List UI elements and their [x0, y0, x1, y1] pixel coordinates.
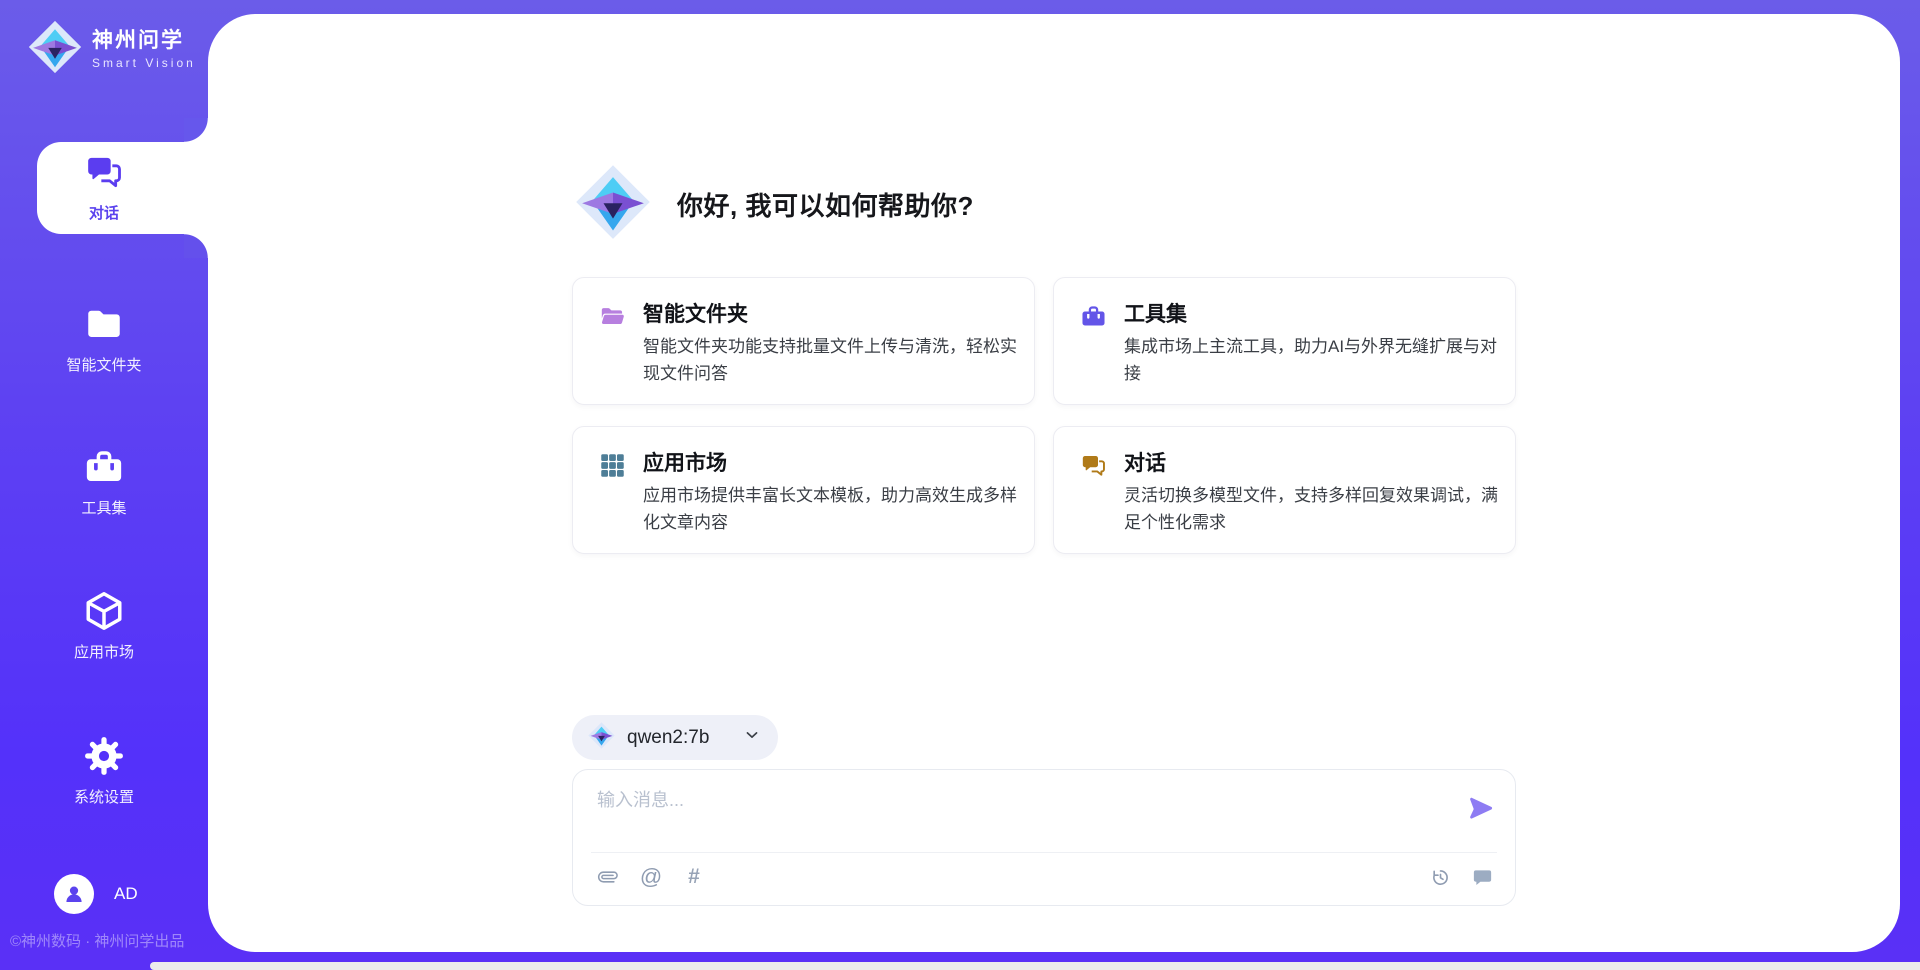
brand-subtitle: Smart Vision [92, 56, 196, 70]
sidebar-item-settings[interactable]: 系统设置 [0, 734, 208, 807]
message-composer: @ # [572, 769, 1516, 906]
attachment-icon[interactable] [595, 864, 621, 890]
card-app-market[interactable]: 应用市场 应用市场提供丰富长文本模板，助力高效生成多样化文章内容 [572, 426, 1035, 554]
card-description: 集成市场上主流工具，助力AI与外界无缝扩展与对接 [1124, 333, 1502, 387]
quick-phrase-icon[interactable] [1469, 864, 1495, 890]
card-title: 应用市场 [643, 447, 727, 477]
sidebar-item-label: 系统设置 [74, 786, 134, 807]
toolbox-icon [1080, 303, 1107, 330]
brand-logo-icon [28, 20, 82, 79]
sidebar-item-label: 智能文件夹 [66, 354, 141, 375]
card-description: 应用市场提供丰富长文本模板，助力高效生成多样化文章内容 [643, 482, 1021, 536]
chevron-down-icon [742, 725, 762, 750]
brand-text: 神州问学 Smart Vision [92, 29, 196, 70]
sidebar-item-smart-folder[interactable]: 智能文件夹 [0, 302, 208, 375]
sidebar-item-toolset[interactable]: 工具集 [0, 445, 208, 518]
composer-right-tools [1427, 864, 1495, 890]
card-chat[interactable]: 对话 灵活切换多模型文件，支持多样回复效果调试，满足个性化需求 [1053, 426, 1516, 554]
greeting: 你好, 我可以如何帮助你? [575, 165, 974, 243]
card-description: 灵活切换多模型文件，支持多样回复效果调试，满足个性化需求 [1124, 482, 1502, 536]
card-smart-folder[interactable]: 智能文件夹 智能文件夹功能支持批量文件上传与清洗，轻松实现文件问答 [572, 277, 1035, 405]
brand: 神州问学 Smart Vision [28, 20, 196, 79]
active-nav-curve-bottom [184, 234, 208, 258]
user-avatar [54, 874, 94, 914]
folder-open-icon [599, 303, 626, 330]
copyright-footer: ©神州数码 · 神州问学出品 [10, 930, 184, 951]
user-initials: AD [114, 884, 138, 904]
card-toolset[interactable]: 工具集 集成市场上主流工具，助力AI与外界无缝扩展与对接 [1053, 277, 1516, 405]
greeting-logo-icon [575, 164, 651, 245]
sidebar-item-app-market[interactable]: 应用市场 [0, 589, 208, 662]
composer-left-tools: @ # [595, 864, 707, 890]
gear-icon [82, 734, 126, 778]
app-window: 神州问学 Smart Vision 对话 智能 [0, 0, 1920, 970]
card-title: 对话 [1124, 447, 1166, 477]
composer-divider [591, 852, 1497, 853]
cube-icon [82, 589, 126, 633]
grid-tiles-icon [599, 452, 626, 479]
model-selector[interactable]: qwen2:7b [572, 715, 778, 760]
sidebar-item-label: 对话 [89, 202, 119, 223]
model-name: qwen2:7b [627, 727, 730, 749]
card-title: 工具集 [1124, 298, 1187, 328]
at-mention-icon[interactable]: @ [638, 864, 664, 890]
toolbox-icon [82, 445, 126, 489]
chat-icon [1080, 452, 1107, 479]
model-logo-icon [588, 722, 615, 754]
folder-icon [82, 302, 126, 346]
sidebar: 神州问学 Smart Vision 对话 智能 [0, 0, 208, 970]
send-icon[interactable] [1465, 794, 1495, 824]
hash-icon[interactable]: # [681, 864, 707, 890]
chat-icon [82, 150, 126, 194]
sidebar-item-chat[interactable]: 对话 [0, 150, 208, 223]
message-input[interactable] [595, 784, 1455, 842]
horizontal-scrollbar[interactable] [150, 962, 1920, 970]
card-title: 智能文件夹 [643, 298, 748, 328]
sidebar-item-label: 工具集 [81, 497, 126, 518]
card-description: 智能文件夹功能支持批量文件上传与清洗，轻松实现文件问答 [643, 333, 1021, 387]
sidebar-item-label: 应用市场 [74, 641, 134, 662]
history-icon[interactable] [1427, 864, 1453, 890]
user-account[interactable]: AD [54, 874, 138, 914]
active-nav-curve-top [184, 118, 208, 142]
greeting-title: 你好, 我可以如何帮助你? [677, 186, 974, 223]
brand-name: 神州问学 [92, 29, 196, 53]
